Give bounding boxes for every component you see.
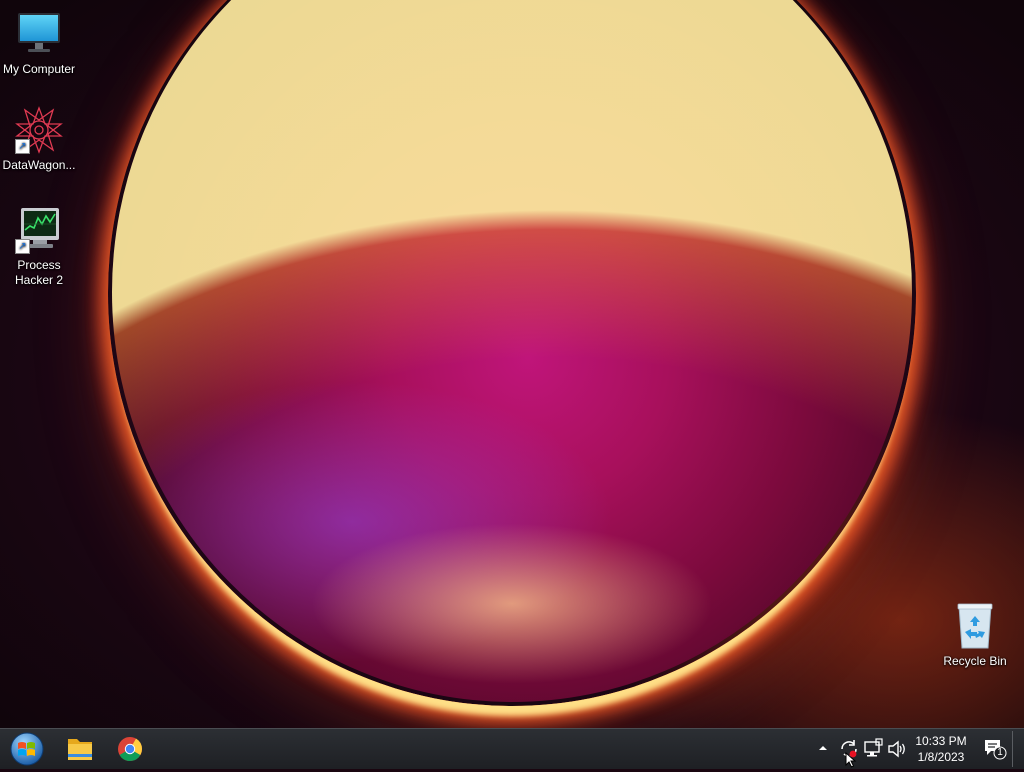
action-center-button[interactable]: 1	[982, 737, 1008, 761]
chevron-up-icon	[819, 746, 827, 750]
show-desktop-button[interactable]	[1012, 731, 1023, 767]
shortcut-arrow-icon: ↗	[15, 139, 30, 154]
windows-start-orb-icon	[10, 732, 44, 766]
tray-network-button[interactable]	[862, 738, 884, 760]
clock[interactable]: 10:33 PM 1/8/2023	[906, 733, 976, 765]
desktop-icon-label: DataWagon...	[2, 158, 76, 172]
taskbar: 10:33 PM 1/8/2023 1	[0, 728, 1024, 769]
tray-overflow-button[interactable]	[816, 741, 830, 755]
folder-icon	[68, 739, 92, 760]
shortcut-arrow-icon: ↗	[15, 239, 30, 254]
desktop-icon-datawagon[interactable]: ↗ DataWagon...	[1, 106, 77, 173]
desktop: My Computer ↗ DataWagon... ↗ Process Hac…	[0, 0, 1024, 728]
network-icon	[864, 738, 883, 757]
tray-volume-button[interactable]	[886, 738, 908, 760]
taskbar-app-file-explorer[interactable]	[58, 732, 102, 766]
desktop-icon-my-computer[interactable]: My Computer	[1, 10, 77, 77]
recycle-bin-icon	[951, 602, 999, 650]
datawagon-logo-icon: ↗	[15, 106, 63, 154]
clock-date: 1/8/2023	[917, 750, 965, 764]
monitor-icon	[15, 10, 63, 58]
wallpaper-orb-glow	[112, 0, 912, 702]
notification-count-badge: 1	[997, 747, 1003, 758]
desktop-icon-label: Recycle Bin	[943, 654, 1007, 668]
desktop-icon-label: My Computer	[2, 62, 76, 76]
desktop-icon-recycle-bin[interactable]: Recycle Bin	[937, 602, 1013, 669]
process-hacker-icon: ↗	[15, 206, 63, 254]
taskbar-app-chrome[interactable]	[108, 732, 152, 766]
volume-icon	[888, 740, 905, 758]
mouse-cursor-icon	[845, 752, 857, 768]
chrome-icon	[118, 737, 142, 762]
clock-time: 10:33 PM	[915, 734, 967, 748]
desktop-icon-process-hacker[interactable]: ↗ Process Hacker 2	[1, 206, 77, 288]
desktop-icon-label: Process Hacker 2	[14, 258, 64, 287]
start-button[interactable]	[6, 731, 48, 767]
